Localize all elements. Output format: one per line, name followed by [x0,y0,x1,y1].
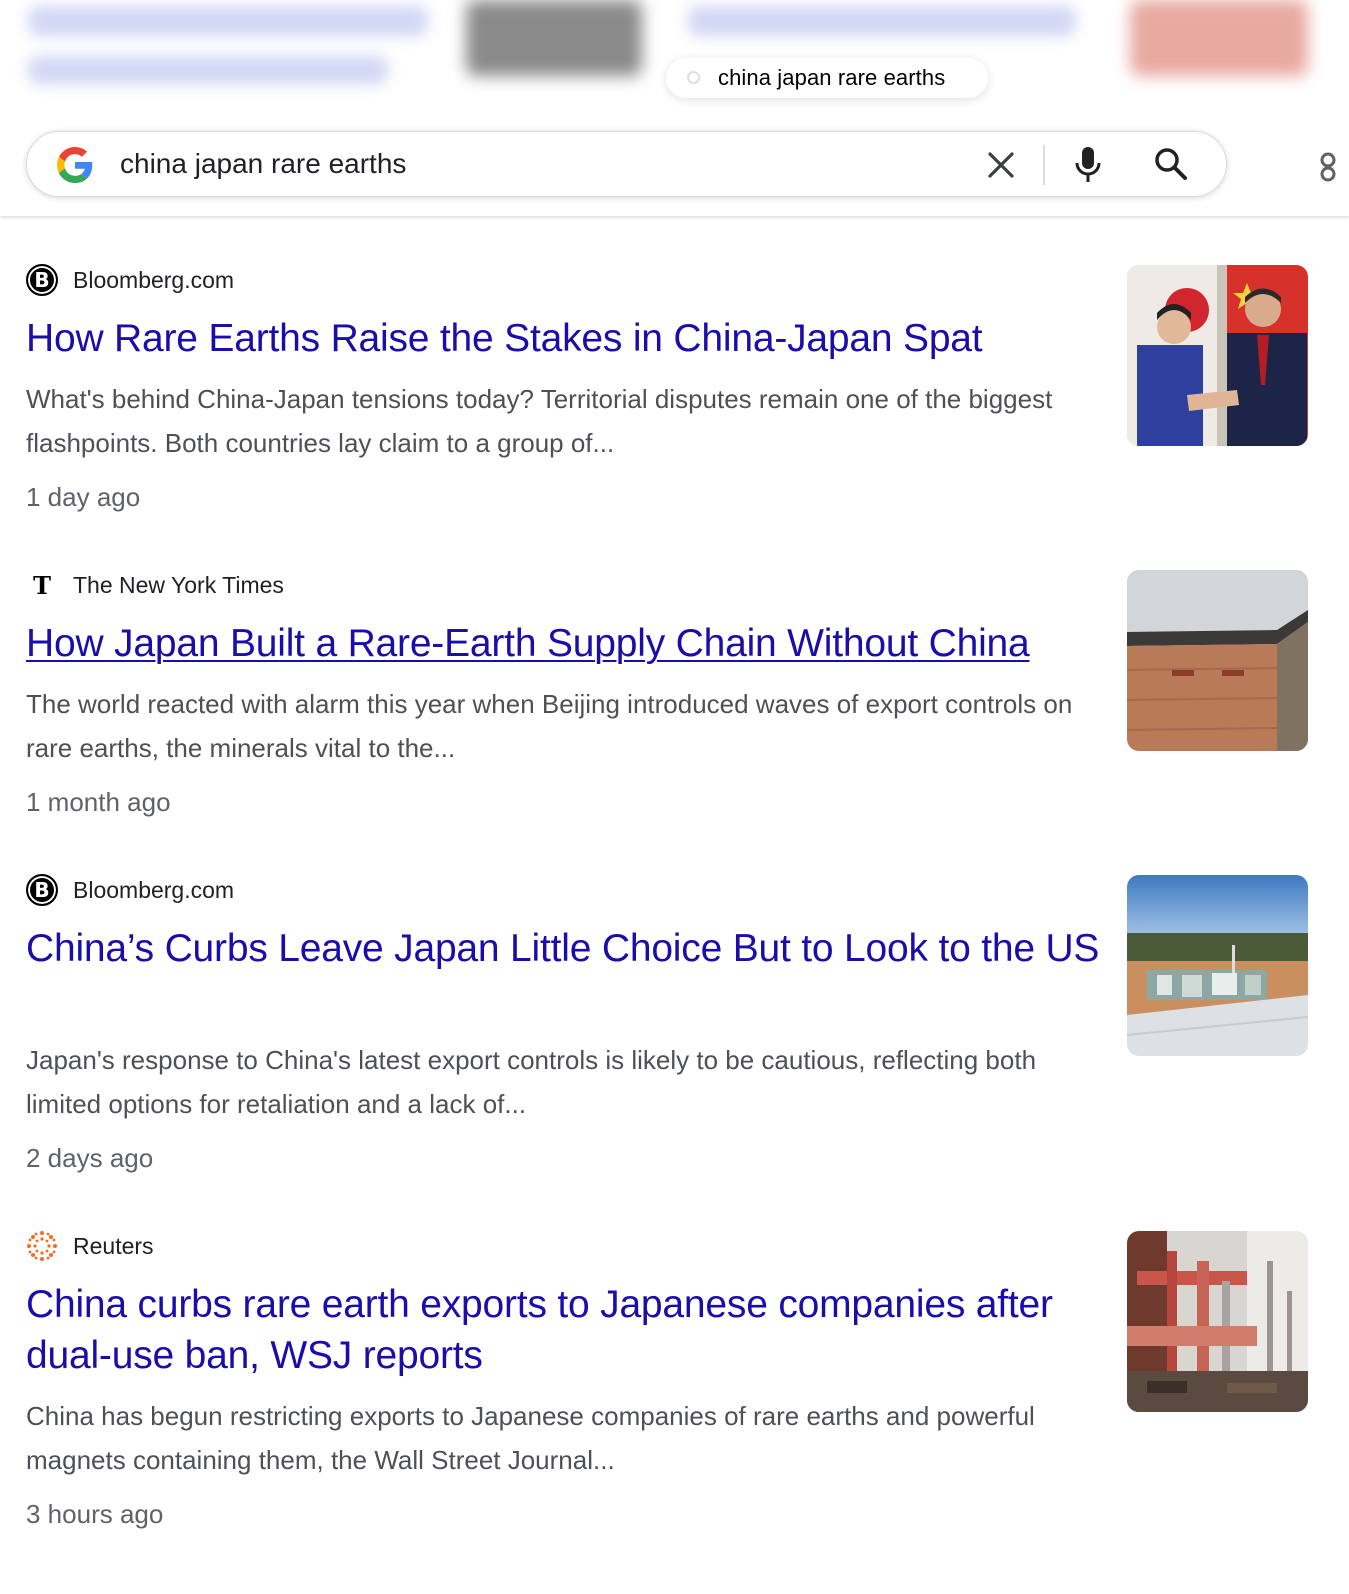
blurred-text-line [28,6,428,36]
close-icon[interactable] [983,147,1019,183]
result-source[interactable]: B Bloomberg.com [26,874,234,906]
bloomberg-favicon-icon: B [26,874,58,906]
factory-roof-photo-icon [1127,570,1308,751]
result-source[interactable]: T The New York Times [26,569,284,601]
result-snippet: Japan's response to China's latest expor… [26,1045,1037,1119]
port-cranes-photo-icon [1127,1231,1308,1412]
blurred-previous-content: china japan rare earths [0,0,1349,112]
tooltip-text: china japan rare earths [718,65,946,90]
result-thumbnail[interactable] [1127,570,1308,751]
result-source[interactable]: Reuters [26,1230,154,1262]
result-thumbnail[interactable] [1127,1231,1308,1412]
bloomberg-favicon-icon: B [26,264,58,296]
reuters-favicon-icon [26,1230,58,1262]
search-box[interactable] [26,131,1227,197]
result-snippet: The world reacted with alarm this year w… [26,689,1073,763]
search-header [0,112,1349,216]
google-g-icon [57,147,93,183]
result-age: 2 days ago [26,1143,154,1173]
result-title-link[interactable]: China curbs rare earth exports to Japane… [26,1279,1106,1381]
search-input[interactable] [120,142,940,186]
apps-icon[interactable] [1316,148,1336,184]
aerial-plant-photo-icon [1127,875,1308,1056]
result-title-link[interactable]: How Japan Built a Rare-Earth Supply Chai… [26,618,1106,669]
result-age: 3 hours ago [26,1499,164,1529]
result-thumbnail[interactable] [1127,875,1308,1056]
result-title-link[interactable]: How Rare Earths Raise the Stakes in Chin… [26,313,1106,364]
search-query-tooltip: china japan rare earths [666,58,988,98]
result-snippet: What's behind China-Japan tensions today… [26,384,1053,458]
result-thumbnail[interactable] [1127,265,1308,446]
divider [1043,145,1045,185]
result-snippet: China has begun restricting exports to J… [26,1401,1035,1475]
result-age: 1 day ago [26,482,141,512]
source-name: Reuters [73,1232,154,1259]
result-age: 1 month ago [26,787,171,817]
nyt-favicon-icon: T [26,569,58,601]
source-name: Bloomberg.com [73,876,235,903]
blurred-text-line [28,56,388,84]
blurred-text-line [688,6,1076,36]
result-title-link[interactable]: China’s Curbs Leave Japan Little Choice … [26,923,1106,974]
result-source[interactable]: B Bloomberg.com [26,264,234,296]
source-name: The New York Times [73,571,284,598]
blurred-thumbnail [1130,0,1308,76]
source-name: Bloomberg.com [73,266,235,293]
blurred-thumbnail [466,0,642,76]
handshake-photo-icon [1127,265,1308,446]
mic-icon[interactable] [1073,145,1103,185]
search-icon[interactable] [1153,146,1189,184]
search-icon [686,68,700,88]
